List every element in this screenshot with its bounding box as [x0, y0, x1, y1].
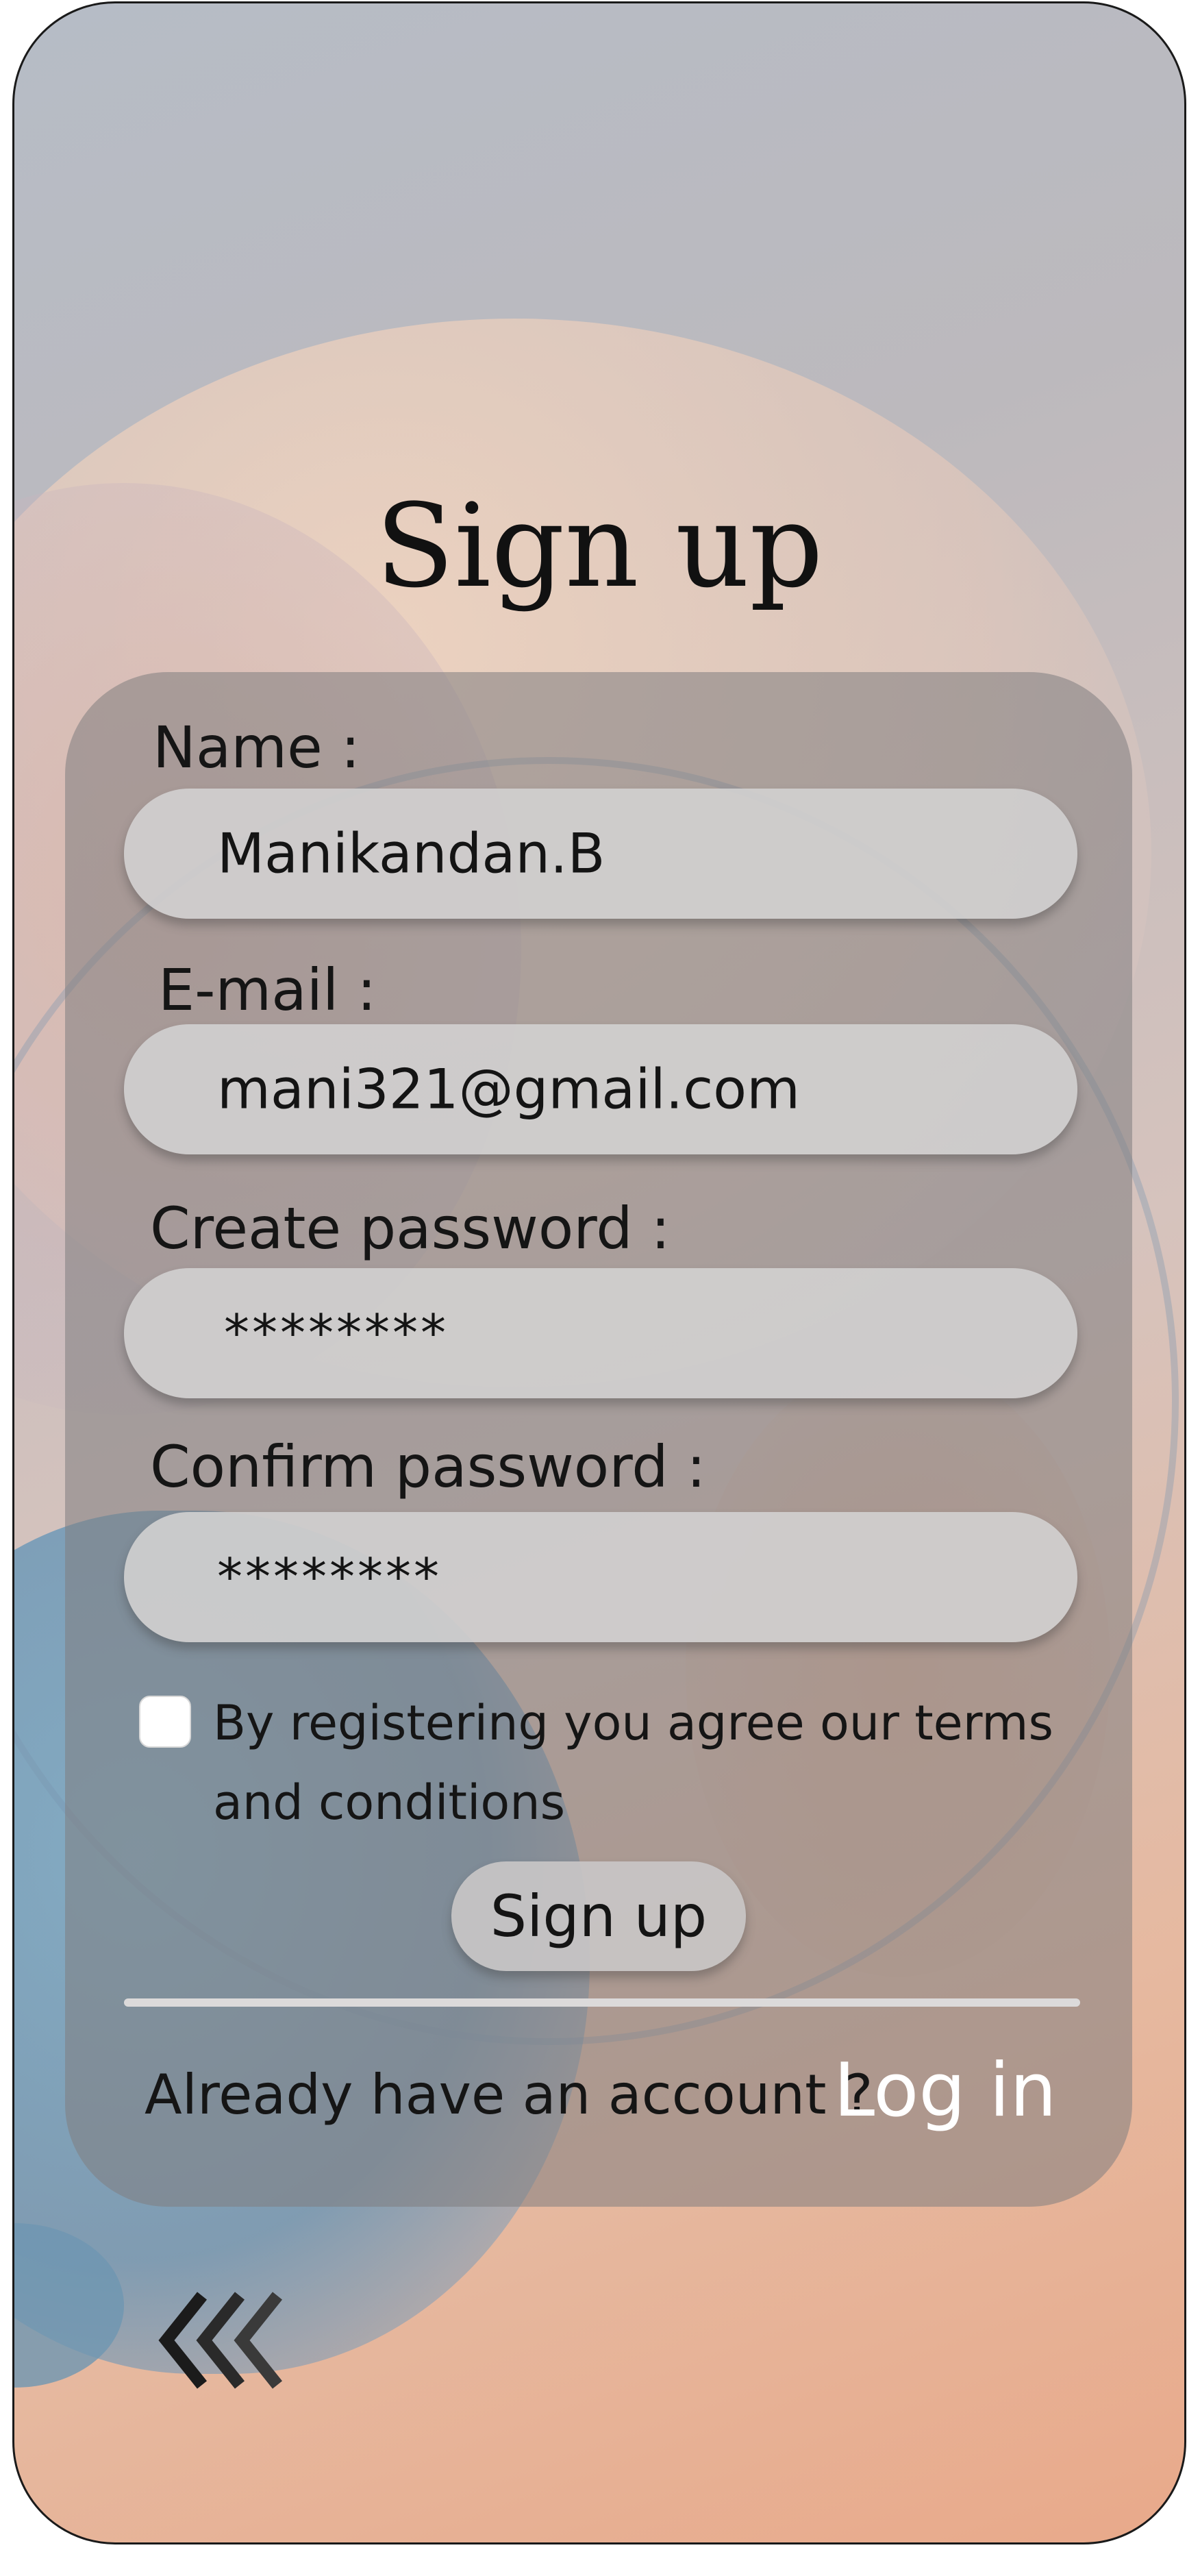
confirm-password-input[interactable]: ********	[124, 1512, 1077, 1642]
terms-text: By registering you agree our terms and c…	[213, 1695, 1053, 1831]
create-password-input[interactable]: ********	[124, 1268, 1077, 1398]
confirm-password-label: Confirm password :	[150, 1433, 706, 1500]
name-value: Manikandan.B	[217, 821, 605, 886]
email-input[interactable]: mani321@gmail.com	[124, 1024, 1077, 1154]
login-link[interactable]: Log in	[834, 2048, 1057, 2133]
signup-button[interactable]: Sign up	[451, 1861, 746, 1971]
email-label: E-mail :	[158, 956, 377, 1024]
background-blob-blue-small	[14, 2223, 124, 2388]
divider	[124, 1998, 1080, 2007]
email-value: mani321@gmail.com	[217, 1057, 801, 1122]
create-password-value: ********	[224, 1304, 449, 1363]
triple-chevron-left-icon[interactable]	[154, 2289, 318, 2392]
name-input[interactable]: Manikandan.B	[124, 789, 1077, 919]
confirm-password-value: ********	[217, 1548, 442, 1607]
page-title: Sign up	[375, 479, 823, 613]
name-label: Name :	[153, 714, 360, 781]
already-have-account-text: Already have an account ?	[145, 2063, 873, 2127]
phone-frame: Sign up Name : Manikandan.B E-mail : man…	[12, 1, 1186, 2544]
create-password-label: Create password :	[150, 1195, 671, 1262]
terms-checkbox[interactable]	[139, 1696, 191, 1748]
